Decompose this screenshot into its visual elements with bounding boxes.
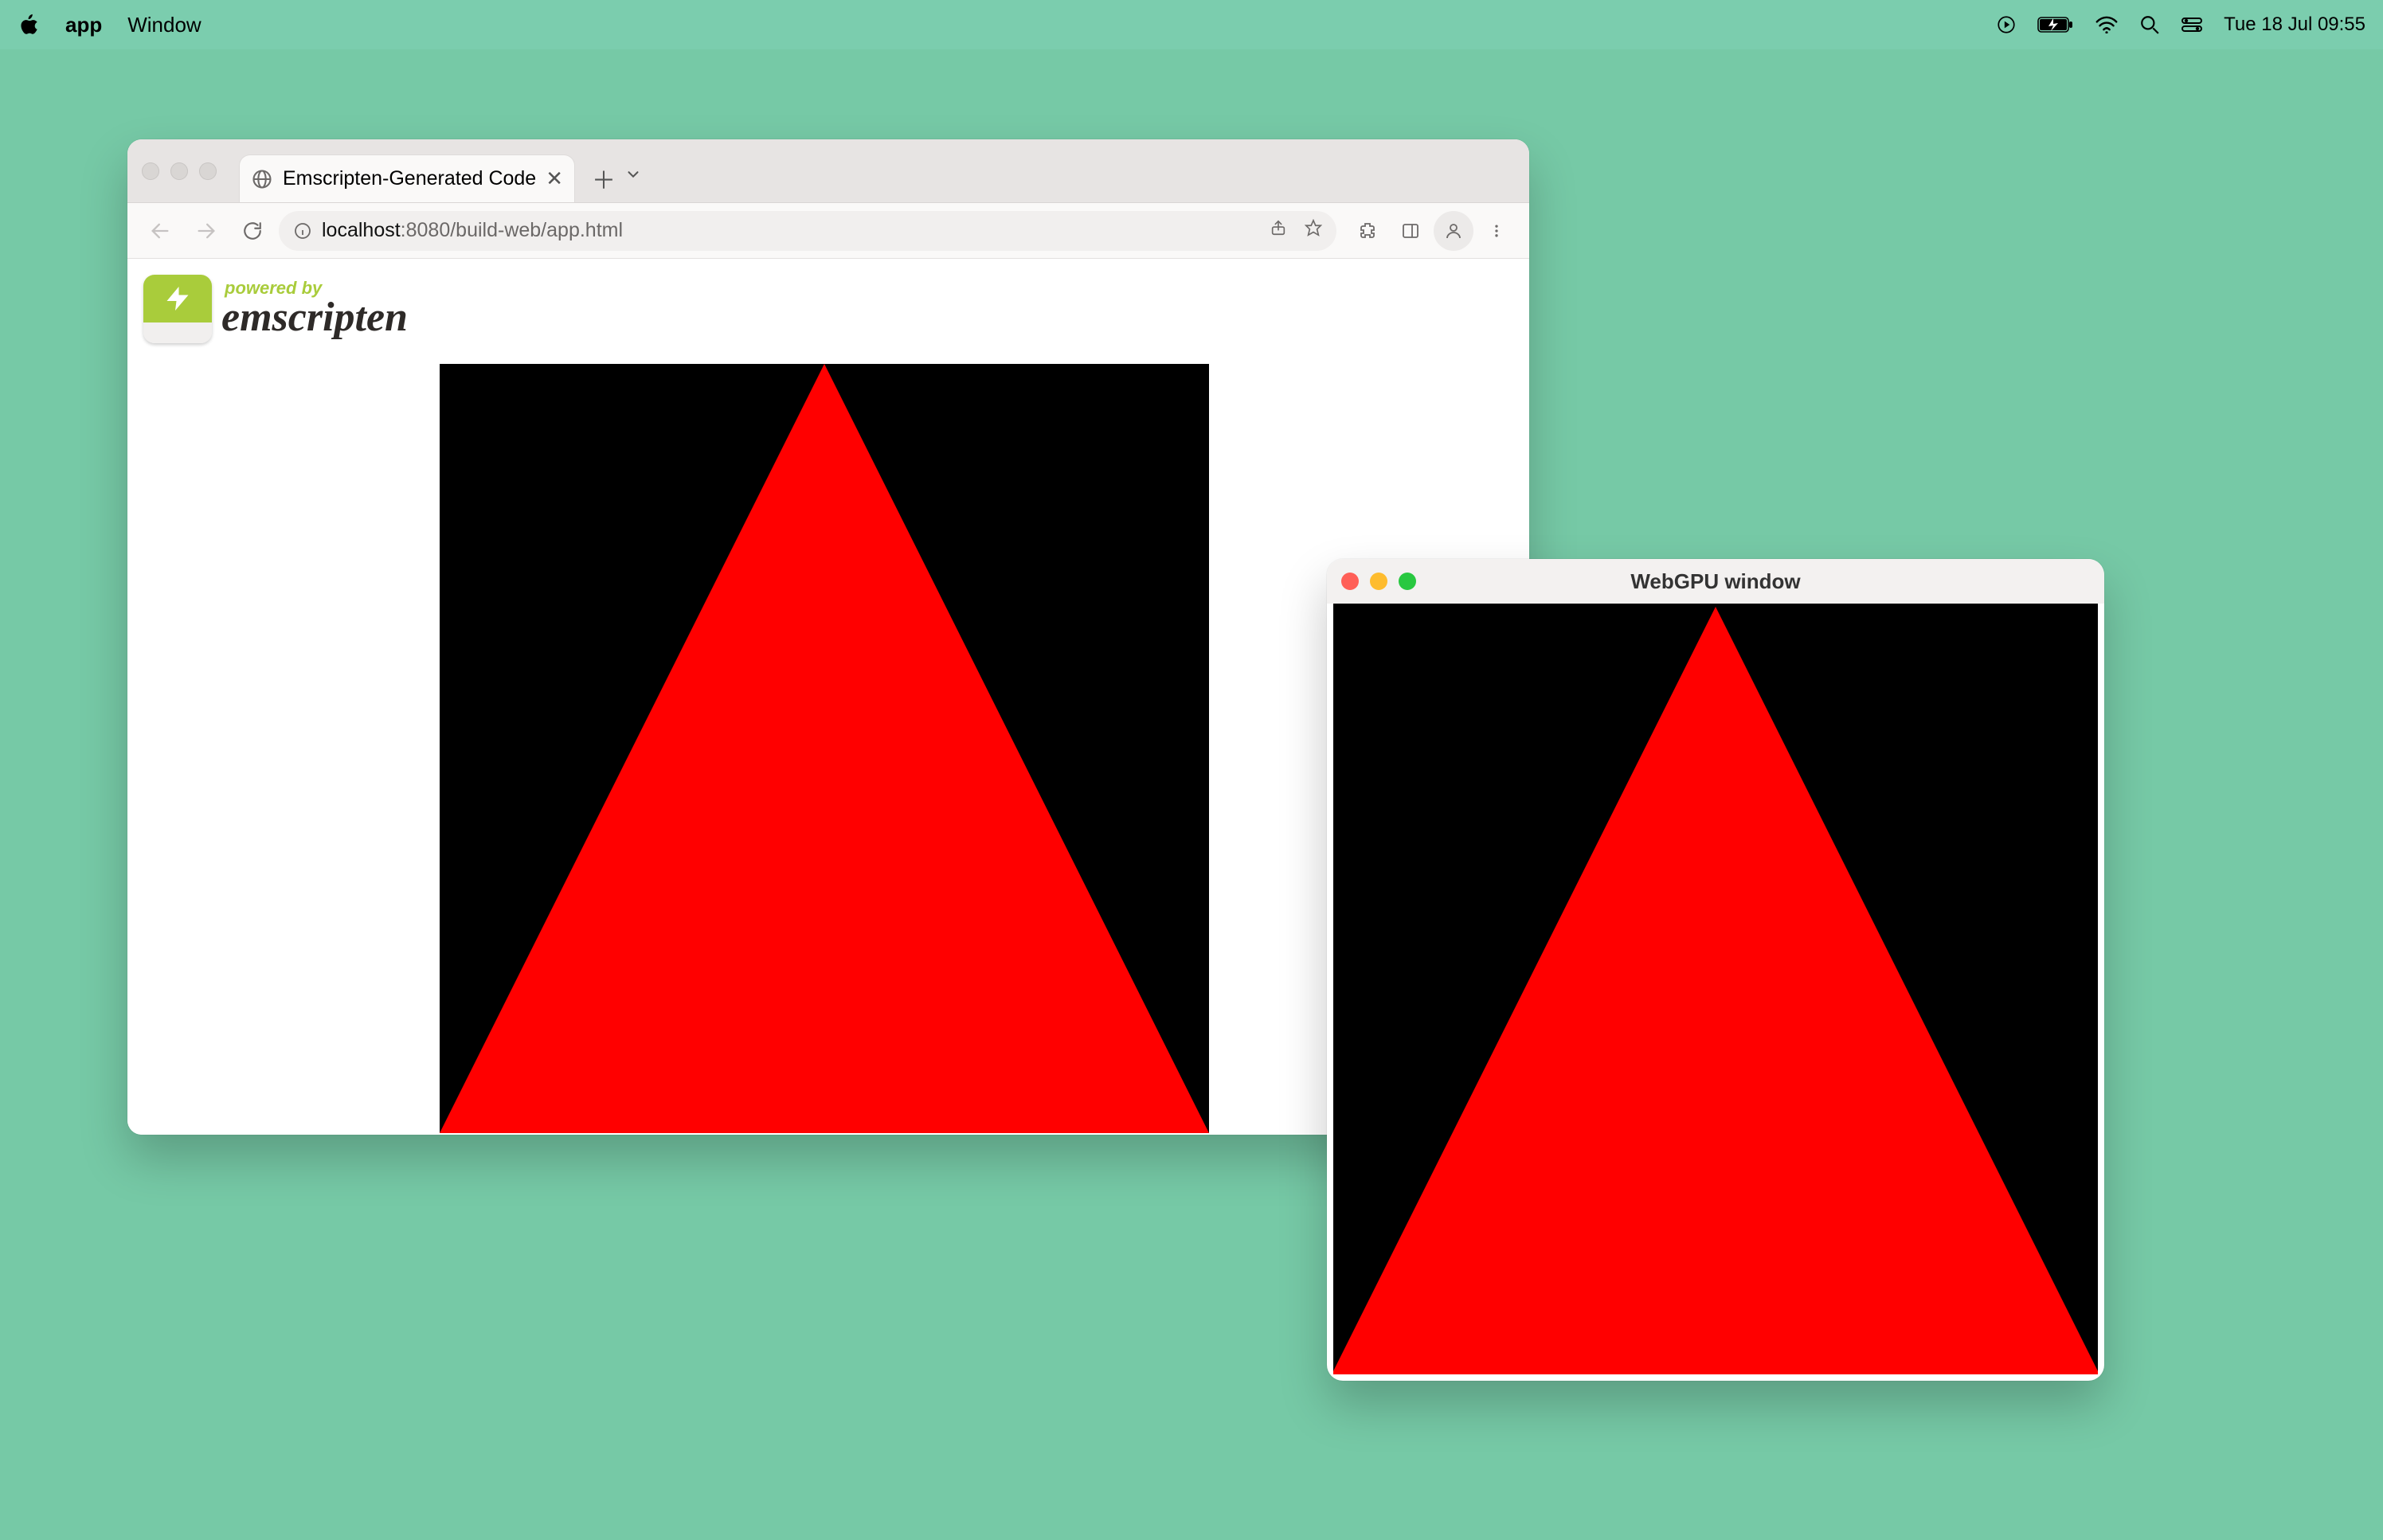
minimize-window-dot[interactable] bbox=[1370, 573, 1387, 590]
tabs-dropdown-icon[interactable] bbox=[624, 166, 642, 188]
apple-logo-icon[interactable] bbox=[18, 14, 40, 36]
emscripten-logo-icon bbox=[143, 275, 212, 343]
spotlight-icon[interactable] bbox=[2139, 14, 2160, 35]
close-window-dot[interactable] bbox=[1341, 573, 1359, 590]
logo-wordmark: emscripten bbox=[221, 297, 408, 338]
browser-window: Emscripten-Generated Code ✕ ＋ localhost:… bbox=[127, 139, 1529, 1135]
zoom-window-dot[interactable] bbox=[199, 162, 217, 180]
globe-icon bbox=[251, 168, 273, 190]
red-triangle bbox=[1333, 607, 2098, 1374]
traffic-lights[interactable] bbox=[1341, 573, 1416, 590]
traffic-lights[interactable] bbox=[142, 162, 217, 180]
url-text: localhost:8080/build-web/app.html bbox=[322, 219, 623, 242]
emscripten-logo: powered by emscripten bbox=[139, 270, 419, 348]
screen-record-icon[interactable] bbox=[1996, 14, 2017, 35]
battery-icon[interactable] bbox=[2037, 16, 2074, 33]
webgpu-canvas bbox=[440, 364, 1209, 1133]
browser-menu-icon[interactable] bbox=[1477, 211, 1516, 251]
close-window-dot[interactable] bbox=[142, 162, 159, 180]
info-icon bbox=[293, 221, 312, 240]
close-tab-icon[interactable]: ✕ bbox=[546, 166, 563, 191]
back-button[interactable] bbox=[140, 211, 180, 251]
forward-button[interactable] bbox=[186, 211, 226, 251]
wifi-icon[interactable] bbox=[2095, 16, 2119, 33]
menubar-window-menu[interactable]: Window bbox=[127, 13, 201, 37]
browser-tab[interactable]: Emscripten-Generated Code ✕ bbox=[239, 154, 575, 202]
minimize-window-dot[interactable] bbox=[170, 162, 188, 180]
menubar-app-name[interactable]: app bbox=[65, 13, 102, 37]
browser-tabstrip: Emscripten-Generated Code ✕ ＋ bbox=[127, 139, 1529, 203]
sidepanel-icon[interactable] bbox=[1391, 211, 1430, 251]
browser-toolbar: localhost:8080/build-web/app.html bbox=[127, 203, 1529, 259]
native-app-window: WebGPU window bbox=[1327, 559, 2104, 1381]
menubar-clock[interactable]: Tue 18 Jul 09:55 bbox=[2224, 14, 2365, 36]
macos-menubar: app Window Tue 18 Jul 09:55 bbox=[0, 0, 2383, 49]
page-content: powered by emscripten bbox=[127, 259, 1529, 1135]
native-titlebar: WebGPU window bbox=[1327, 559, 2104, 604]
control-center-icon[interactable] bbox=[2181, 15, 2203, 34]
native-window-title: WebGPU window bbox=[1416, 569, 2015, 594]
webgpu-canvas bbox=[1333, 604, 2098, 1374]
red-triangle bbox=[440, 364, 1209, 1133]
zoom-window-dot[interactable] bbox=[1399, 573, 1416, 590]
extensions-icon[interactable] bbox=[1348, 211, 1387, 251]
tab-title: Emscripten-Generated Code bbox=[283, 167, 536, 190]
share-icon[interactable] bbox=[1270, 219, 1287, 242]
new-tab-button[interactable]: ＋ bbox=[588, 162, 620, 194]
reload-button[interactable] bbox=[233, 211, 272, 251]
profile-icon[interactable] bbox=[1434, 211, 1473, 251]
address-bar[interactable]: localhost:8080/build-web/app.html bbox=[279, 211, 1336, 251]
bookmark-star-icon[interactable] bbox=[1305, 219, 1322, 242]
